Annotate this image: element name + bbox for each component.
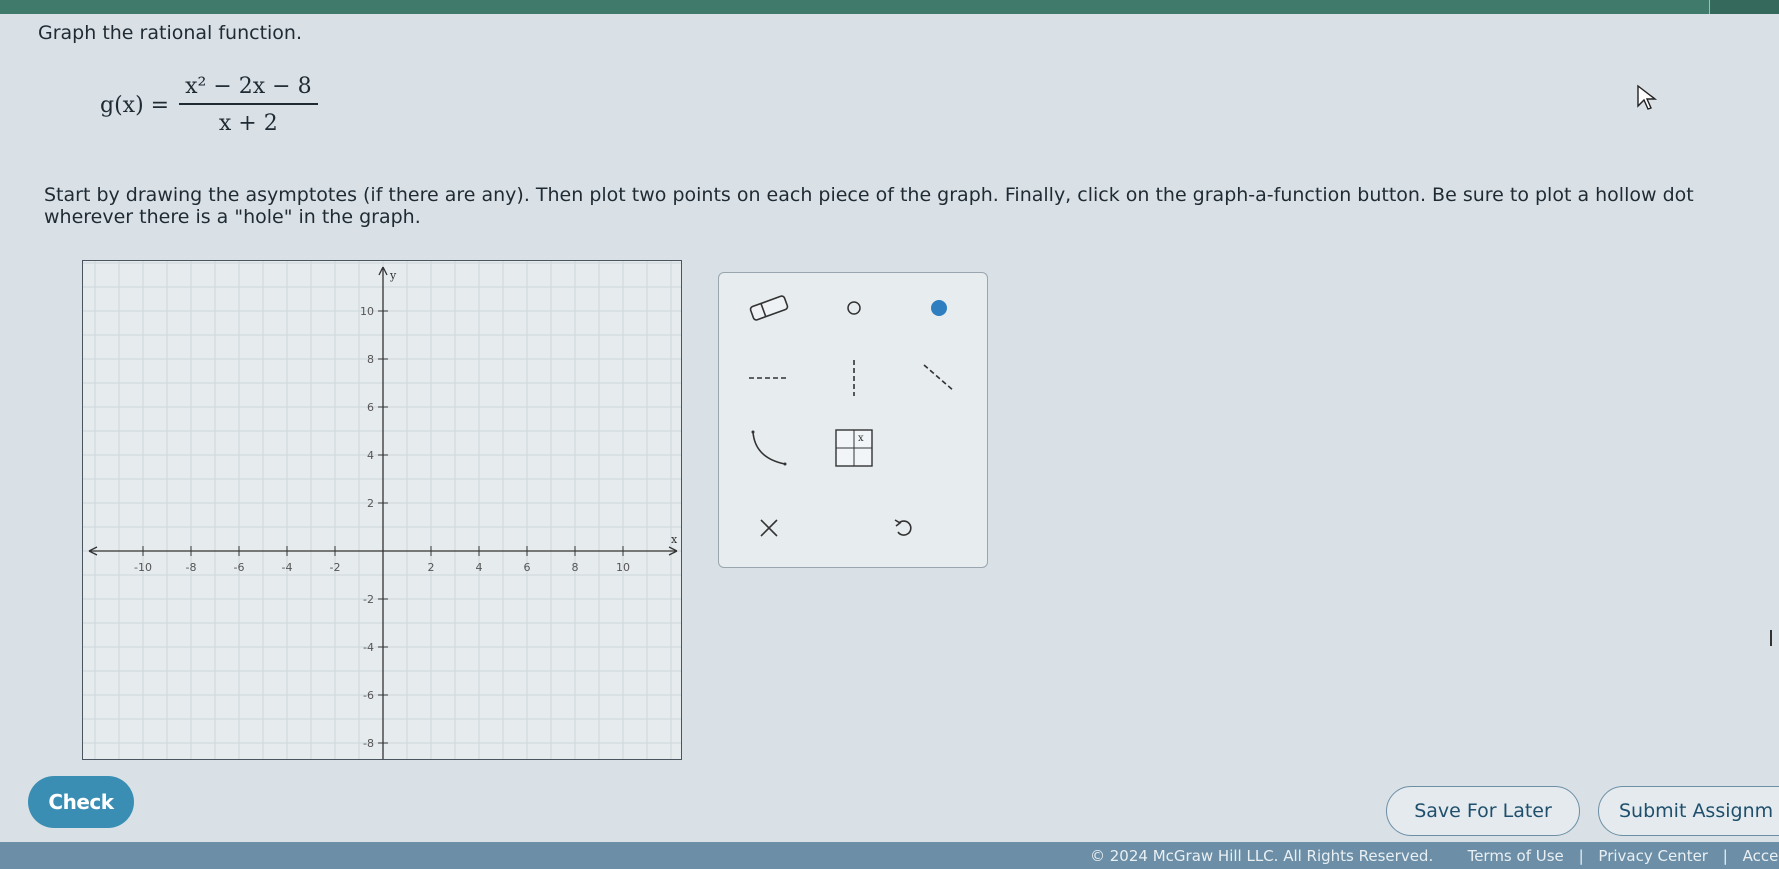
- scroll-edge-marker: [1770, 630, 1772, 646]
- y-tick-label: -6: [363, 689, 374, 702]
- x-tick-label: 6: [524, 561, 531, 574]
- close-icon: [760, 519, 778, 537]
- x-tick-label: 10: [616, 561, 630, 574]
- y-tick-label: -8: [363, 737, 374, 750]
- privacy-center-link[interactable]: Privacy Center: [1598, 847, 1708, 865]
- problem-instructions: Start by drawing the asymptotes (if ther…: [44, 184, 1694, 228]
- graph-a-function-tool[interactable]: [739, 423, 799, 473]
- x-tick-label: -6: [234, 561, 245, 574]
- terms-of-use-link[interactable]: Terms of Use: [1468, 847, 1564, 865]
- graphing-canvas[interactable]: x y -10 -8 -6 -4 -2 2 4 6 8 10 10 8 6 4 2 -2 -4 -6 -8: [82, 260, 682, 760]
- submit-assignment-button[interactable]: Submit Assignm: [1598, 786, 1779, 836]
- y-tick-label: 8: [367, 353, 374, 366]
- function-denominator: x + 2: [218, 111, 278, 136]
- svg-text:x: x: [858, 433, 864, 444]
- rational-function-equation: g(x) = x² − 2x − 8 x + 2: [100, 60, 318, 150]
- mouse-pointer-icon: [1636, 84, 1658, 116]
- x-tick-label: -2: [330, 561, 341, 574]
- problem-prompt: Graph the rational function.: [38, 22, 303, 44]
- x-tick-label: -8: [186, 561, 197, 574]
- accessibility-link[interactable]: Acces: [1743, 847, 1779, 865]
- y-tick-label: 2: [367, 497, 374, 510]
- curve-icon: [751, 430, 787, 466]
- function-numerator: x² − 2x − 8: [179, 74, 318, 105]
- vertical-asymptote-tool[interactable]: [824, 353, 884, 403]
- check-button[interactable]: Check: [28, 776, 134, 828]
- horizontal-asymptote-icon: [749, 377, 789, 379]
- tick-labels: x y -10 -8 -6 -4 -2 2 4 6 8 10 10 8 6 4 2 -2 -4 -6 -8: [134, 269, 678, 750]
- eraser-icon: [749, 295, 789, 321]
- y-tick-label: -4: [363, 641, 374, 654]
- x-tick-label: -4: [282, 561, 293, 574]
- x-tick-label: 4: [476, 561, 483, 574]
- hollow-dot-tool[interactable]: [824, 283, 884, 333]
- copyright-text: © 2024 McGraw Hill LLC. All Rights Reser…: [1090, 847, 1434, 865]
- solid-dot-icon: [931, 300, 947, 316]
- function-fraction: x² − 2x − 8 x + 2: [179, 74, 318, 136]
- oblique-asymptote-icon: [923, 364, 955, 392]
- top-bar-tab[interactable]: [1709, 0, 1779, 14]
- save-for-later-button[interactable]: Save For Later: [1386, 786, 1580, 836]
- graphing-toolbox: x: [718, 272, 988, 568]
- eraser-tool[interactable]: [739, 283, 799, 333]
- graph-function-icon: x: [835, 429, 873, 467]
- y-tick-label: -2: [363, 593, 374, 606]
- undo-tool[interactable]: [874, 503, 934, 553]
- y-tick-label: 6: [367, 401, 374, 414]
- axes: [88, 266, 678, 759]
- clear-tool[interactable]: [739, 503, 799, 553]
- y-tick-label: 4: [367, 449, 374, 462]
- hollow-dot-icon: [847, 301, 861, 315]
- footer: © 2024 McGraw Hill LLC. All Rights Reser…: [0, 842, 1779, 869]
- oblique-asymptote-tool[interactable]: [909, 353, 969, 403]
- horizontal-asymptote-tool[interactable]: [739, 353, 799, 403]
- solid-dot-tool[interactable]: [909, 283, 969, 333]
- coordinate-plane[interactable]: x y -10 -8 -6 -4 -2 2 4 6 8 10 10 8 6 4 2 -2 -4 -6 -8: [83, 261, 682, 760]
- function-lhs: g(x) =: [100, 92, 170, 118]
- vertical-asymptote-icon: [853, 360, 855, 396]
- x-tick-label: 2: [428, 561, 435, 574]
- top-bar: [0, 0, 1779, 14]
- x-tick-label: 8: [572, 561, 579, 574]
- undo-icon: [894, 519, 912, 536]
- function-plot-tool[interactable]: x: [824, 423, 884, 473]
- x-tick-label: -10: [134, 561, 152, 574]
- y-axis-label: y: [389, 269, 397, 282]
- y-tick-label: 10: [360, 305, 374, 318]
- x-axis-label: x: [671, 533, 678, 546]
